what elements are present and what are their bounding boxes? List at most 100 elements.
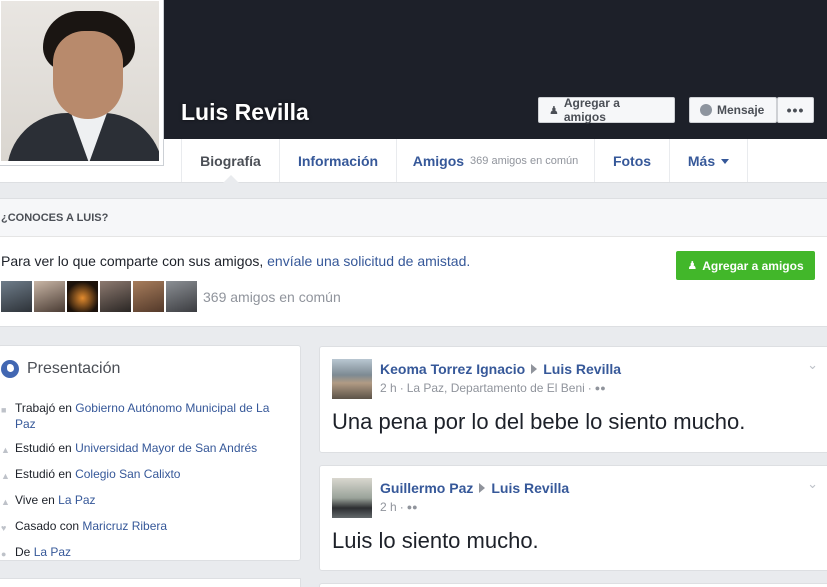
know-text-static: Para ver lo que comparte con sus amigos, [1, 253, 264, 269]
add-friend-button[interactable]: ♟ Agregar a amigos [538, 96, 675, 124]
profile-name[interactable]: Luis Revilla [181, 99, 309, 126]
post-time[interactable]: 2 h [380, 381, 397, 395]
intro-item-lives: ▲ Vive en La Paz [1, 492, 291, 510]
more-options-button[interactable]: ••• [777, 97, 814, 123]
intro-text: Estudió en Universidad Mayor de San Andr… [15, 440, 257, 458]
intro-title: Presentación [27, 360, 121, 377]
intro-item-work: ■ Trabajó en Gobierno Autónomo Municipal… [1, 400, 291, 432]
mutual-friends-count[interactable]: 369 amigos en común [203, 289, 341, 305]
post-target-link[interactable]: Luis Revilla [543, 361, 621, 377]
know-person-box: ¿CONOCES A LUIS? Para ver lo que compart… [0, 198, 827, 327]
post-author-link[interactable]: Guillermo Paz [380, 480, 473, 496]
friends-audience-icon[interactable]: ●● [407, 502, 418, 512]
home-icon: ▲ [1, 497, 10, 507]
intro-item-school: ▲ Estudió en Colegio San Calixto [1, 466, 291, 484]
arrow-right-icon [479, 483, 486, 493]
post: Guillermo Paz Luis Revilla 2 h · ●● ⌄ Lu… [319, 465, 827, 571]
friend-thumbnail[interactable] [67, 281, 98, 312]
know-text: Para ver lo que comparte con sus amigos,… [1, 253, 470, 269]
globe-icon [1, 360, 19, 378]
intro-card: Presentación ■ Trabajó en Gobierno Autón… [0, 345, 301, 561]
tab-photos[interactable]: Fotos [594, 139, 669, 182]
add-friend-icon: ♟ [549, 104, 559, 117]
graduation-cap-icon: ▲ [1, 445, 10, 455]
tab-label: Fotos [612, 152, 652, 169]
intro-text: Vive en La Paz [15, 492, 96, 510]
know-heading: ¿CONOCES A LUIS? [0, 199, 827, 237]
friend-thumbnail[interactable] [100, 281, 131, 312]
graduation-cap-icon: ▲ [1, 471, 10, 481]
friend-thumbnail[interactable] [1, 281, 32, 312]
add-friend-icon: ♟ [687, 260, 698, 272]
intro-link[interactable]: Maricruz Ribera [82, 519, 167, 533]
friends-audience-icon[interactable]: ●● [595, 383, 606, 393]
intro-prefix: Vive en [15, 493, 55, 507]
message-label: Mensaje [717, 103, 765, 117]
post-author-link[interactable]: Keoma Torrez Ignacio [380, 361, 525, 377]
mutual-friends-thumbnails [1, 281, 197, 312]
location-pin-icon: ● [1, 549, 7, 559]
heart-icon: ♥ [1, 523, 7, 533]
profile-picture[interactable] [0, 0, 164, 166]
arrow-right-icon [531, 364, 538, 374]
meta-separator: · [399, 500, 404, 514]
intro-item-relationship: ♥ Casado con Maricruz Ribera [1, 518, 291, 536]
intro-prefix: Estudió en [15, 441, 72, 455]
intro-text: Casado con Maricruz Ribera [15, 518, 167, 536]
briefcase-icon: ■ [1, 405, 7, 415]
tab-label: Información [297, 152, 379, 169]
tab-about[interactable]: Información [279, 139, 396, 182]
intro-header: Presentación [0, 360, 120, 378]
post-meta: 2 h · La Paz, Departamento de El Beni · … [380, 381, 606, 395]
friend-thumbnail[interactable] [166, 281, 197, 312]
send-request-link[interactable]: envíale una solicitud de amistad. [267, 253, 470, 269]
add-friend-green-button[interactable]: ♟ Agregar a amigos [676, 251, 815, 280]
next-left-card [0, 578, 301, 587]
intro-item-university: ▲ Estudió en Universidad Mayor de San An… [1, 440, 291, 458]
tab-more[interactable]: Más [669, 139, 748, 182]
post-target-link[interactable]: Luis Revilla [491, 480, 569, 496]
friend-thumbnail[interactable] [34, 281, 65, 312]
meta-separator: · [587, 381, 592, 395]
post-body: Una pena por lo del bebe lo siento mucho… [332, 409, 746, 434]
intro-text: Trabajó en Gobierno Autónomo Municipal d… [15, 400, 291, 432]
messenger-icon [700, 104, 712, 116]
post-header: Keoma Torrez Ignacio Luis Revilla [380, 361, 621, 377]
intro-prefix: De [15, 545, 31, 559]
intro-link[interactable]: La Paz [58, 493, 95, 507]
post-author-avatar[interactable] [332, 359, 372, 399]
intro-prefix: Casado con [15, 519, 80, 533]
post: Keoma Torrez Ignacio Luis Revilla 2 h · … [319, 346, 827, 453]
intro-link[interactable]: Colegio San Calixto [75, 467, 180, 481]
add-friend-green-label: Agregar a amigos [702, 258, 804, 273]
chevron-down-icon[interactable]: ⌄ [807, 357, 818, 373]
intro-prefix: Estudió en [15, 467, 72, 481]
caret-down-icon [721, 159, 730, 164]
post-author-avatar[interactable] [332, 478, 372, 518]
intro-link[interactable]: La Paz [34, 545, 71, 559]
intro-text: De La Paz [15, 544, 71, 562]
meta-separator: · [399, 381, 404, 395]
post-header: Guillermo Paz Luis Revilla [380, 480, 569, 496]
message-button[interactable]: Mensaje [689, 97, 777, 123]
post-time[interactable]: 2 h [380, 500, 397, 514]
post-body: Luis lo siento mucho. [332, 528, 539, 553]
intro-item-from: ● De La Paz [1, 544, 291, 562]
tab-label: Biografía [200, 152, 261, 169]
tab-friends[interactable]: Amigos 369 amigos en común [396, 139, 594, 182]
intro-link[interactable]: Universidad Mayor de San Andrés [75, 441, 257, 455]
profile-photo [1, 1, 159, 161]
post-location[interactable]: La Paz, Departamento de El Beni [407, 381, 585, 395]
intro-list: ■ Trabajó en Gobierno Autónomo Municipal… [1, 400, 291, 570]
intro-prefix: Trabajó en [15, 401, 72, 415]
active-tab-indicator [223, 175, 239, 183]
tab-friends-count: 369 amigos en común [470, 154, 579, 167]
tab-label: Amigos [412, 152, 465, 169]
intro-text: Estudió en Colegio San Calixto [15, 466, 180, 484]
chevron-down-icon[interactable]: ⌄ [807, 476, 818, 492]
post-meta: 2 h · ●● [380, 500, 418, 514]
add-friend-label: Agregar a amigos [563, 96, 620, 124]
post [319, 583, 827, 587]
tab-label: Más [687, 152, 716, 169]
friend-thumbnail[interactable] [133, 281, 164, 312]
